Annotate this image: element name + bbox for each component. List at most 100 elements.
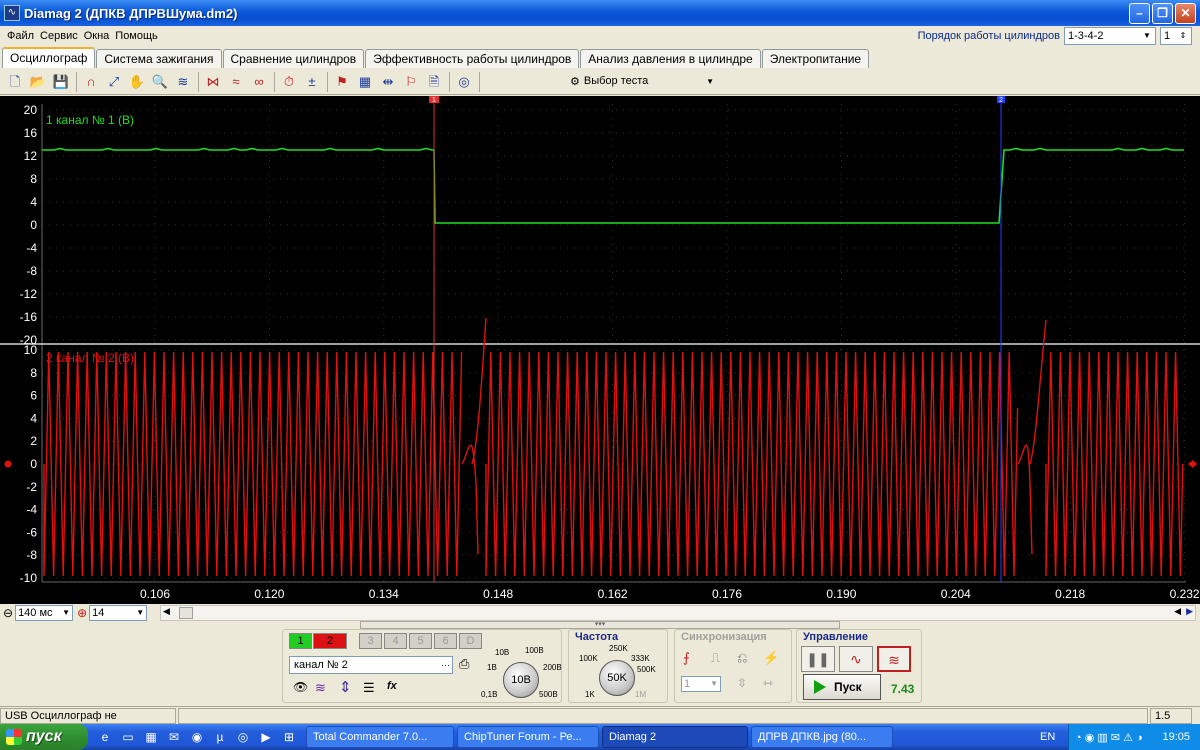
restore-button[interactable]: ❐ <box>1152 3 1173 24</box>
chrome-icon[interactable]: ◎ <box>232 726 254 748</box>
network-icon[interactable]: ⊞ <box>278 726 300 748</box>
tab-pressure-analysis[interactable]: Анализ давления в цилиндре <box>580 49 761 68</box>
open-folder-icon[interactable]: 📂 <box>27 71 49 93</box>
hand-pan-icon[interactable]: ✋ <box>126 71 148 93</box>
explorer-icon[interactable]: ▦ <box>140 726 162 748</box>
magnet-icon[interactable]: ∩ <box>80 71 102 93</box>
grid-lines-icon[interactable]: ☰ <box>363 680 375 696</box>
task-image-viewer[interactable]: ДПРВ ДПКВ.jpg (80... <box>751 726 893 748</box>
tab-oscilloscope[interactable]: Осциллограф <box>2 47 96 68</box>
ie-icon[interactable]: e <box>94 726 116 748</box>
save-icon[interactable]: 💾 <box>50 71 72 93</box>
task-total-commander[interactable]: Total Commander 7.0... <box>306 726 454 748</box>
menu-file[interactable]: Файл <box>4 30 37 42</box>
pause-button[interactable]: ❚❚ <box>801 646 835 672</box>
volt-label-1v: 1В <box>487 663 497 672</box>
scroll-thumb[interactable] <box>179 607 193 619</box>
channel-4-button[interactable]: 4 <box>384 633 407 649</box>
ch1-tick-label: 8 <box>30 172 37 186</box>
scroll-left-icon[interactable]: ◀ <box>163 606 170 617</box>
markers-icon[interactable]: ⇹ <box>377 71 399 93</box>
wave-invert-icon[interactable]: ∞ <box>248 71 270 93</box>
timebase-select[interactable]: 140 мс ▼ <box>15 605 74 621</box>
channel-3-button[interactable]: 3 <box>359 633 382 649</box>
waveform-icon[interactable]: ≋ <box>315 680 326 696</box>
auto-test-icon[interactable]: ◎ <box>453 71 475 93</box>
media-icon[interactable]: ▶ <box>255 726 277 748</box>
vertical-offset-icon[interactable]: ⇕ <box>339 678 352 696</box>
flag-icon[interactable]: ⚐ <box>400 71 422 93</box>
minimize-button[interactable]: – <box>1129 3 1150 24</box>
zoom-icon[interactable]: 🔍 <box>149 71 171 93</box>
cylinder-order-select[interactable]: 1-3-4-2 ▼ <box>1064 27 1156 45</box>
cylinder-spinner[interactable]: 1 ⇕ <box>1160 27 1192 45</box>
tab-cylinder-efficiency[interactable]: Эффективность работы цилиндров <box>365 49 580 68</box>
fall-trigger-icon[interactable]: ⎌ <box>737 650 747 666</box>
sync-level-icon[interactable]: ⇳ <box>737 676 747 690</box>
start-menu-button[interactable]: пуск <box>0 724 88 750</box>
grid-icon[interactable]: ▦ <box>354 71 376 93</box>
tab-cylinder-compare[interactable]: Сравнение цилиндров <box>222 49 365 68</box>
window-title: Diamag 2 (ДПКВ ДПРВШума.dm2) <box>24 5 238 21</box>
continuous-wave-button[interactable]: ≋ <box>877 646 911 672</box>
sync-channel-select[interactable]: 1 ▼ <box>681 676 721 692</box>
language-indicator[interactable]: EN <box>1040 724 1055 750</box>
menu-windows[interactable]: Окна <box>81 30 113 42</box>
cursor-icon[interactable]: ⚑ <box>331 71 353 93</box>
task-chiptuner[interactable]: ChipTuner Forum - Ре... <box>457 726 599 748</box>
auto-sync-icon[interactable]: ⏱ <box>278 71 300 93</box>
channel-settings-icon[interactable]: ⎙ <box>459 656 469 672</box>
utorrent-icon[interactable]: µ <box>209 726 231 748</box>
task-diamag[interactable]: Diamag 2 <box>602 726 748 748</box>
ellipsis-icon[interactable]: ··· <box>441 657 450 673</box>
channel-2-button[interactable]: 2 <box>313 633 347 649</box>
new-file-icon[interactable]: 🗋 <box>4 71 26 93</box>
spectrum-icon[interactable]: ≋ <box>172 71 194 93</box>
sync-shift-icon[interactable]: ⇿ <box>763 676 773 690</box>
mail-icon[interactable]: ✉ <box>163 726 185 748</box>
tab-power-supply[interactable]: Электропитание <box>761 49 870 68</box>
rising-edge-icon[interactable]: ⨍ <box>683 650 690 666</box>
tab-ignition[interactable]: Система зажигания <box>96 49 222 68</box>
play-icon <box>814 680 826 694</box>
frequency-knob[interactable]: 50K <box>599 660 635 696</box>
menu-help[interactable]: Помощь <box>112 30 161 42</box>
voltage-knob[interactable]: 10В <box>503 662 539 698</box>
channel-6-button[interactable]: 6 <box>434 633 457 649</box>
time-scrollbar[interactable]: ◀ ◀ ▶ <box>160 605 1196 621</box>
channel-1-button[interactable]: 1 <box>289 633 312 649</box>
close-button[interactable]: ✕ <box>1175 3 1196 24</box>
desktop-icon[interactable]: ▭ <box>117 726 139 748</box>
zero-level-icon[interactable]: ± <box>301 71 323 93</box>
ch2-label: 2 канал № 2 (В) <box>46 351 134 365</box>
oscilloscope-display[interactable]: 20 16 12 8 4 0 -4 -8 -12 -16 -20 10 8 6 4 2 0 -2 -4 -6 -8 -10… <box>0 96 1200 604</box>
start-button[interactable]: Пуск <box>803 674 881 700</box>
channel-5-button[interactable]: 5 <box>409 633 432 649</box>
firefox-icon[interactable]: ◉ <box>186 726 208 748</box>
test-select-dropdown[interactable]: ⚙ Выбор теста ▼ <box>570 71 720 91</box>
wave-overlay-icon[interactable]: ≈ <box>225 71 247 93</box>
scroll-play-icon[interactable]: ▶ <box>1186 606 1193 617</box>
zoom-in-icon[interactable]: ⊕ <box>77 606 87 620</box>
main-tabs: Осциллограф Система зажигания Сравнение … <box>0 47 870 68</box>
channel-name-field[interactable]: канал № 2 ··· <box>289 656 453 674</box>
auto-trigger-icon[interactable]: ⚡ <box>763 650 779 666</box>
status-empty <box>178 707 1148 724</box>
eye-icon[interactable]: 👁 <box>293 680 308 694</box>
menu-service[interactable]: Сервис <box>37 30 81 42</box>
ch2-tick-label: 2 <box>30 434 37 448</box>
function-icon[interactable]: fx <box>387 680 397 692</box>
single-wave-button[interactable]: ∿ <box>839 646 873 672</box>
report-icon[interactable]: 🗎 <box>423 71 445 93</box>
tray-icons[interactable]: ◔ ◉ ▥ ✉ ⚠ ◑ <box>1075 731 1143 744</box>
panel-collapse-handle[interactable]: ▾▾▾ <box>360 621 840 629</box>
rise-trigger-icon[interactable]: ⎍ <box>711 650 720 666</box>
oscilloscope-canvas[interactable]: 201612840-4-8-12-16-201086420-2-4-6-8-10… <box>0 96 1200 604</box>
measure-icon[interactable]: ⤢ <box>103 71 125 93</box>
zoom-out-icon[interactable]: ⊖ <box>3 606 13 620</box>
scroll-right-icon[interactable]: ◀ <box>1174 606 1181 617</box>
status-bar: USB Осциллограф не подключен 1.5 <box>0 706 1200 736</box>
channel-d-button[interactable]: D <box>459 633 482 649</box>
zoom-select[interactable]: 14 ▼ <box>89 605 148 621</box>
filter-icon[interactable]: ⋈ <box>202 71 224 93</box>
